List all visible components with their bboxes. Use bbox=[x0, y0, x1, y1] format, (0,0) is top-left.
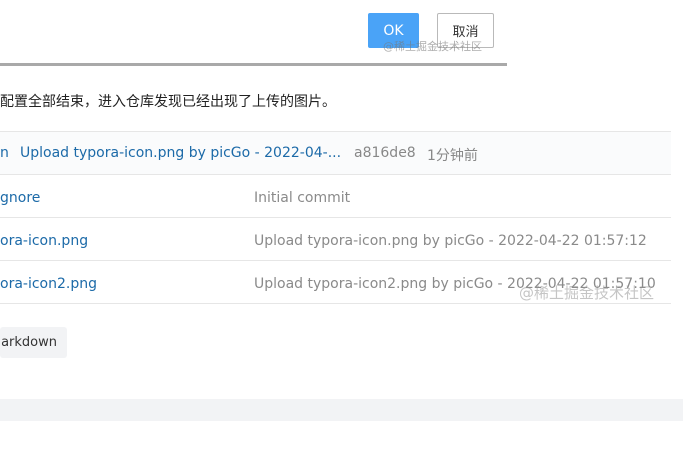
dialog-panel bbox=[0, 0, 507, 66]
footer-band bbox=[0, 399, 683, 421]
file-commit-message: Upload typora-icon2.png by picGo - 2022-… bbox=[254, 276, 656, 292]
file-name-link[interactable]: gnore bbox=[0, 190, 40, 206]
commit-author-link[interactable]: n bbox=[0, 145, 9, 161]
commit-time: 1分钟前 bbox=[427, 148, 478, 164]
file-commit-message: Upload typora-icon.png by picGo - 2022-0… bbox=[254, 233, 647, 249]
file-name-link[interactable]: ora-icon2.png bbox=[0, 276, 97, 292]
ok-button[interactable]: OK bbox=[368, 13, 419, 48]
table-row: ora-icon2.png Upload typora-icon2.png by… bbox=[0, 261, 671, 304]
commit-message-link[interactable]: Upload typora-icon.png by picGo - 2022-0… bbox=[20, 145, 341, 161]
commit-hash-link[interactable]: a816de8 bbox=[354, 145, 416, 161]
file-commit-message: Initial commit bbox=[254, 190, 351, 206]
topic-tag[interactable]: arkdown bbox=[0, 327, 67, 358]
note-text: 配置全部结束，进入仓库发现已经出现了上传的图片。 bbox=[0, 94, 336, 110]
file-name-link[interactable]: ora-icon.png bbox=[0, 233, 88, 249]
table-row: ora-icon.png Upload typora-icon.png by p… bbox=[0, 218, 671, 261]
table-row: gnore Initial commit bbox=[0, 175, 671, 218]
cancel-button[interactable]: 取消 bbox=[437, 13, 494, 48]
